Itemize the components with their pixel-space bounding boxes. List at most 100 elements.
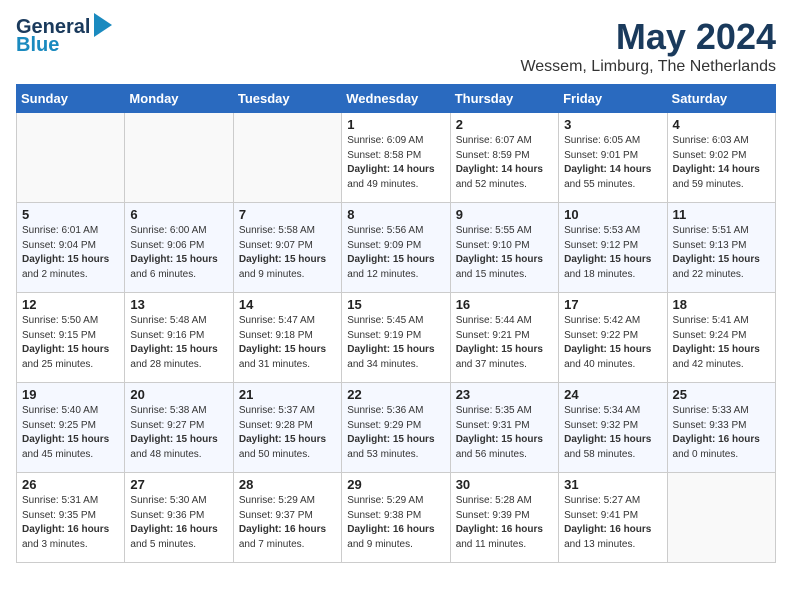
- day-number: 6: [130, 207, 227, 222]
- day-info: Sunrise: 5:36 AMSunset: 9:29 PMDaylight:…: [347, 404, 444, 462]
- calendar-cell: 13Sunrise: 5:48 AMSunset: 9:16 PMDayligh…: [125, 293, 233, 383]
- day-info: Sunrise: 5:35 AMSunset: 9:31 PMDaylight:…: [456, 404, 553, 462]
- calendar-cell: 31 Sunrise: 5:27 AMSunset: 9:41 PMDayligh…: [559, 473, 667, 563]
- calendar-cell: 8 Sunrise: 5:56 AMSunset: 9:09 PMDaylight…: [342, 203, 450, 293]
- calendar-cell: 28 Sunrise: 5:29 AMSunset: 9:37 PMDayligh…: [233, 473, 341, 563]
- calendar-cell: 27 Sunrise: 5:30 AMSunset: 9:36 PMDayligh…: [125, 473, 233, 563]
- calendar-cell: 7 Sunrise: 5:58 AMSunset: 9:07 PMDaylight…: [233, 203, 341, 293]
- day-info: Sunrise: 5:30 AMSunset: 9:36 PMDaylight:…: [130, 494, 227, 552]
- day-number: 17: [564, 297, 661, 312]
- logo: General Blue: [16, 16, 112, 56]
- day-info: Sunrise: 5:29 AMSunset: 9:38 PMDaylight:…: [347, 494, 444, 552]
- calendar-cell: 3Sunrise: 6:05 AMSunset: 9:01 PMDaylight…: [559, 113, 667, 203]
- day-number: 14: [239, 297, 336, 312]
- day-info: Sunrise: 5:34 AMSunset: 9:32 PMDaylight:…: [564, 404, 661, 462]
- day-info: Sunrise: 5:42 AMSunset: 9:22 PMDaylight:…: [564, 314, 661, 372]
- day-header-sunday: Sunday: [17, 85, 125, 113]
- day-number: 19: [22, 387, 119, 402]
- day-number: 29: [347, 477, 444, 492]
- calendar-cell: 18Sunrise: 5:41 AMSunset: 9:24 PMDayligh…: [667, 293, 775, 383]
- day-info: Sunrise: 5:50 AMSunset: 9:15 PMDaylight:…: [22, 314, 119, 372]
- day-info: Sunrise: 5:29 AMSunset: 9:37 PMDaylight:…: [239, 494, 336, 552]
- calendar-cell: 12 Sunrise: 5:50 AMSunset: 9:15 PMDayligh…: [17, 293, 125, 383]
- calendar-cell: 4Sunrise: 6:03 AMSunset: 9:02 PMDaylight…: [667, 113, 775, 203]
- calendar-cell: 24 Sunrise: 5:34 AMSunset: 9:32 PMDayligh…: [559, 383, 667, 473]
- day-info: Sunrise: 6:03 AMSunset: 9:02 PMDaylight:…: [673, 134, 770, 192]
- calendar-cell: 25Sunrise: 5:33 AMSunset: 9:33 PMDayligh…: [667, 383, 775, 473]
- calendar-cell: 10Sunrise: 5:53 AMSunset: 9:12 PMDayligh…: [559, 203, 667, 293]
- calendar-cell: 17 Sunrise: 5:42 AMSunset: 9:22 PMDayligh…: [559, 293, 667, 383]
- day-number: 12: [22, 297, 119, 312]
- calendar-cell: 5Sunrise: 6:01 AMSunset: 9:04 PMDaylight…: [17, 203, 125, 293]
- day-info: Sunrise: 5:28 AMSunset: 9:39 PMDaylight:…: [456, 494, 553, 552]
- day-number: 21: [239, 387, 336, 402]
- calendar-cell: [125, 113, 233, 203]
- day-info: Sunrise: 6:05 AMSunset: 9:01 PMDaylight:…: [564, 134, 661, 192]
- day-info: Sunrise: 6:00 AMSunset: 9:06 PMDaylight:…: [130, 224, 227, 282]
- location-title: Wessem, Limburg, The Netherlands: [520, 58, 776, 76]
- logo-subtext: Blue: [16, 34, 59, 56]
- calendar-cell: 16Sunrise: 5:44 AMSunset: 9:21 PMDayligh…: [450, 293, 558, 383]
- day-number: 28: [239, 477, 336, 492]
- day-info: Sunrise: 5:33 AMSunset: 9:33 PMDaylight:…: [673, 404, 770, 462]
- day-info: Sunrise: 5:31 AMSunset: 9:35 PMDaylight:…: [22, 494, 119, 552]
- day-header-thursday: Thursday: [450, 85, 558, 113]
- day-info: Sunrise: 5:41 AMSunset: 9:24 PMDaylight:…: [673, 314, 770, 372]
- day-number: 30: [456, 477, 553, 492]
- calendar-cell: 19Sunrise: 5:40 AMSunset: 9:25 PMDayligh…: [17, 383, 125, 473]
- day-number: 1: [347, 117, 444, 132]
- page-header: General Blue May 2024 Wessem, Limburg, T…: [16, 16, 776, 76]
- day-number: 11: [673, 207, 770, 222]
- day-number: 24: [564, 387, 661, 402]
- title-block: May 2024 Wessem, Limburg, The Netherland…: [520, 16, 776, 76]
- day-info: Sunrise: 5:37 AMSunset: 9:28 PMDaylight:…: [239, 404, 336, 462]
- day-info: Sunrise: 5:56 AMSunset: 9:09 PMDaylight:…: [347, 224, 444, 282]
- day-number: 31: [564, 477, 661, 492]
- day-info: Sunrise: 5:58 AMSunset: 9:07 PMDaylight:…: [239, 224, 336, 282]
- day-number: 26: [22, 477, 119, 492]
- day-number: 15: [347, 297, 444, 312]
- calendar-cell: 21 Sunrise: 5:37 AMSunset: 9:28 PMDayligh…: [233, 383, 341, 473]
- calendar-cell: 14Sunrise: 5:47 AMSunset: 9:18 PMDayligh…: [233, 293, 341, 383]
- calendar-week-row: 19Sunrise: 5:40 AMSunset: 9:25 PMDayligh…: [17, 383, 776, 473]
- calendar-cell: 1 Sunrise: 6:09 AMSunset: 8:58 PMDaylight…: [342, 113, 450, 203]
- day-number: 7: [239, 207, 336, 222]
- day-info: Sunrise: 5:38 AMSunset: 9:27 PMDaylight:…: [130, 404, 227, 462]
- calendar-week-row: 26 Sunrise: 5:31 AMSunset: 9:35 PMDayligh…: [17, 473, 776, 563]
- day-number: 20: [130, 387, 227, 402]
- day-header-saturday: Saturday: [667, 85, 775, 113]
- month-title: May 2024: [520, 16, 776, 58]
- day-info: Sunrise: 6:09 AMSunset: 8:58 PMDaylight:…: [347, 134, 444, 192]
- calendar-cell: [667, 473, 775, 563]
- day-number: 8: [347, 207, 444, 222]
- day-number: 2: [456, 117, 553, 132]
- day-number: 27: [130, 477, 227, 492]
- day-info: Sunrise: 5:44 AMSunset: 9:21 PMDaylight:…: [456, 314, 553, 372]
- calendar-table: SundayMondayTuesdayWednesdayThursdayFrid…: [16, 84, 776, 563]
- calendar-week-row: 1 Sunrise: 6:09 AMSunset: 8:58 PMDaylight…: [17, 113, 776, 203]
- day-number: 9: [456, 207, 553, 222]
- day-header-monday: Monday: [125, 85, 233, 113]
- day-number: 22: [347, 387, 444, 402]
- calendar-week-row: 12 Sunrise: 5:50 AMSunset: 9:15 PMDayligh…: [17, 293, 776, 383]
- day-info: Sunrise: 5:51 AMSunset: 9:13 PMDaylight:…: [673, 224, 770, 282]
- day-info: Sunrise: 5:55 AMSunset: 9:10 PMDaylight:…: [456, 224, 553, 282]
- calendar-cell: 30 Sunrise: 5:28 AMSunset: 9:39 PMDayligh…: [450, 473, 558, 563]
- calendar-cell: 22 Sunrise: 5:36 AMSunset: 9:29 PMDayligh…: [342, 383, 450, 473]
- day-info: Sunrise: 5:45 AMSunset: 9:19 PMDaylight:…: [347, 314, 444, 372]
- day-header-wednesday: Wednesday: [342, 85, 450, 113]
- calendar-cell: [233, 113, 341, 203]
- day-info: Sunrise: 5:53 AMSunset: 9:12 PMDaylight:…: [564, 224, 661, 282]
- day-info: Sunrise: 6:07 AMSunset: 8:59 PMDaylight:…: [456, 134, 553, 192]
- calendar-cell: 2 Sunrise: 6:07 AMSunset: 8:59 PMDaylight…: [450, 113, 558, 203]
- calendar-cell: 26 Sunrise: 5:31 AMSunset: 9:35 PMDayligh…: [17, 473, 125, 563]
- day-info: Sunrise: 5:48 AMSunset: 9:16 PMDaylight:…: [130, 314, 227, 372]
- calendar-cell: 23Sunrise: 5:35 AMSunset: 9:31 PMDayligh…: [450, 383, 558, 473]
- calendar-cell: [17, 113, 125, 203]
- calendar-cell: 9 Sunrise: 5:55 AMSunset: 9:10 PMDaylight…: [450, 203, 558, 293]
- calendar-cell: 15 Sunrise: 5:45 AMSunset: 9:19 PMDayligh…: [342, 293, 450, 383]
- day-info: Sunrise: 5:27 AMSunset: 9:41 PMDaylight:…: [564, 494, 661, 552]
- day-number: 5: [22, 207, 119, 222]
- calendar-cell: 6 Sunrise: 6:00 AMSunset: 9:06 PMDaylight…: [125, 203, 233, 293]
- calendar-week-row: 5Sunrise: 6:01 AMSunset: 9:04 PMDaylight…: [17, 203, 776, 293]
